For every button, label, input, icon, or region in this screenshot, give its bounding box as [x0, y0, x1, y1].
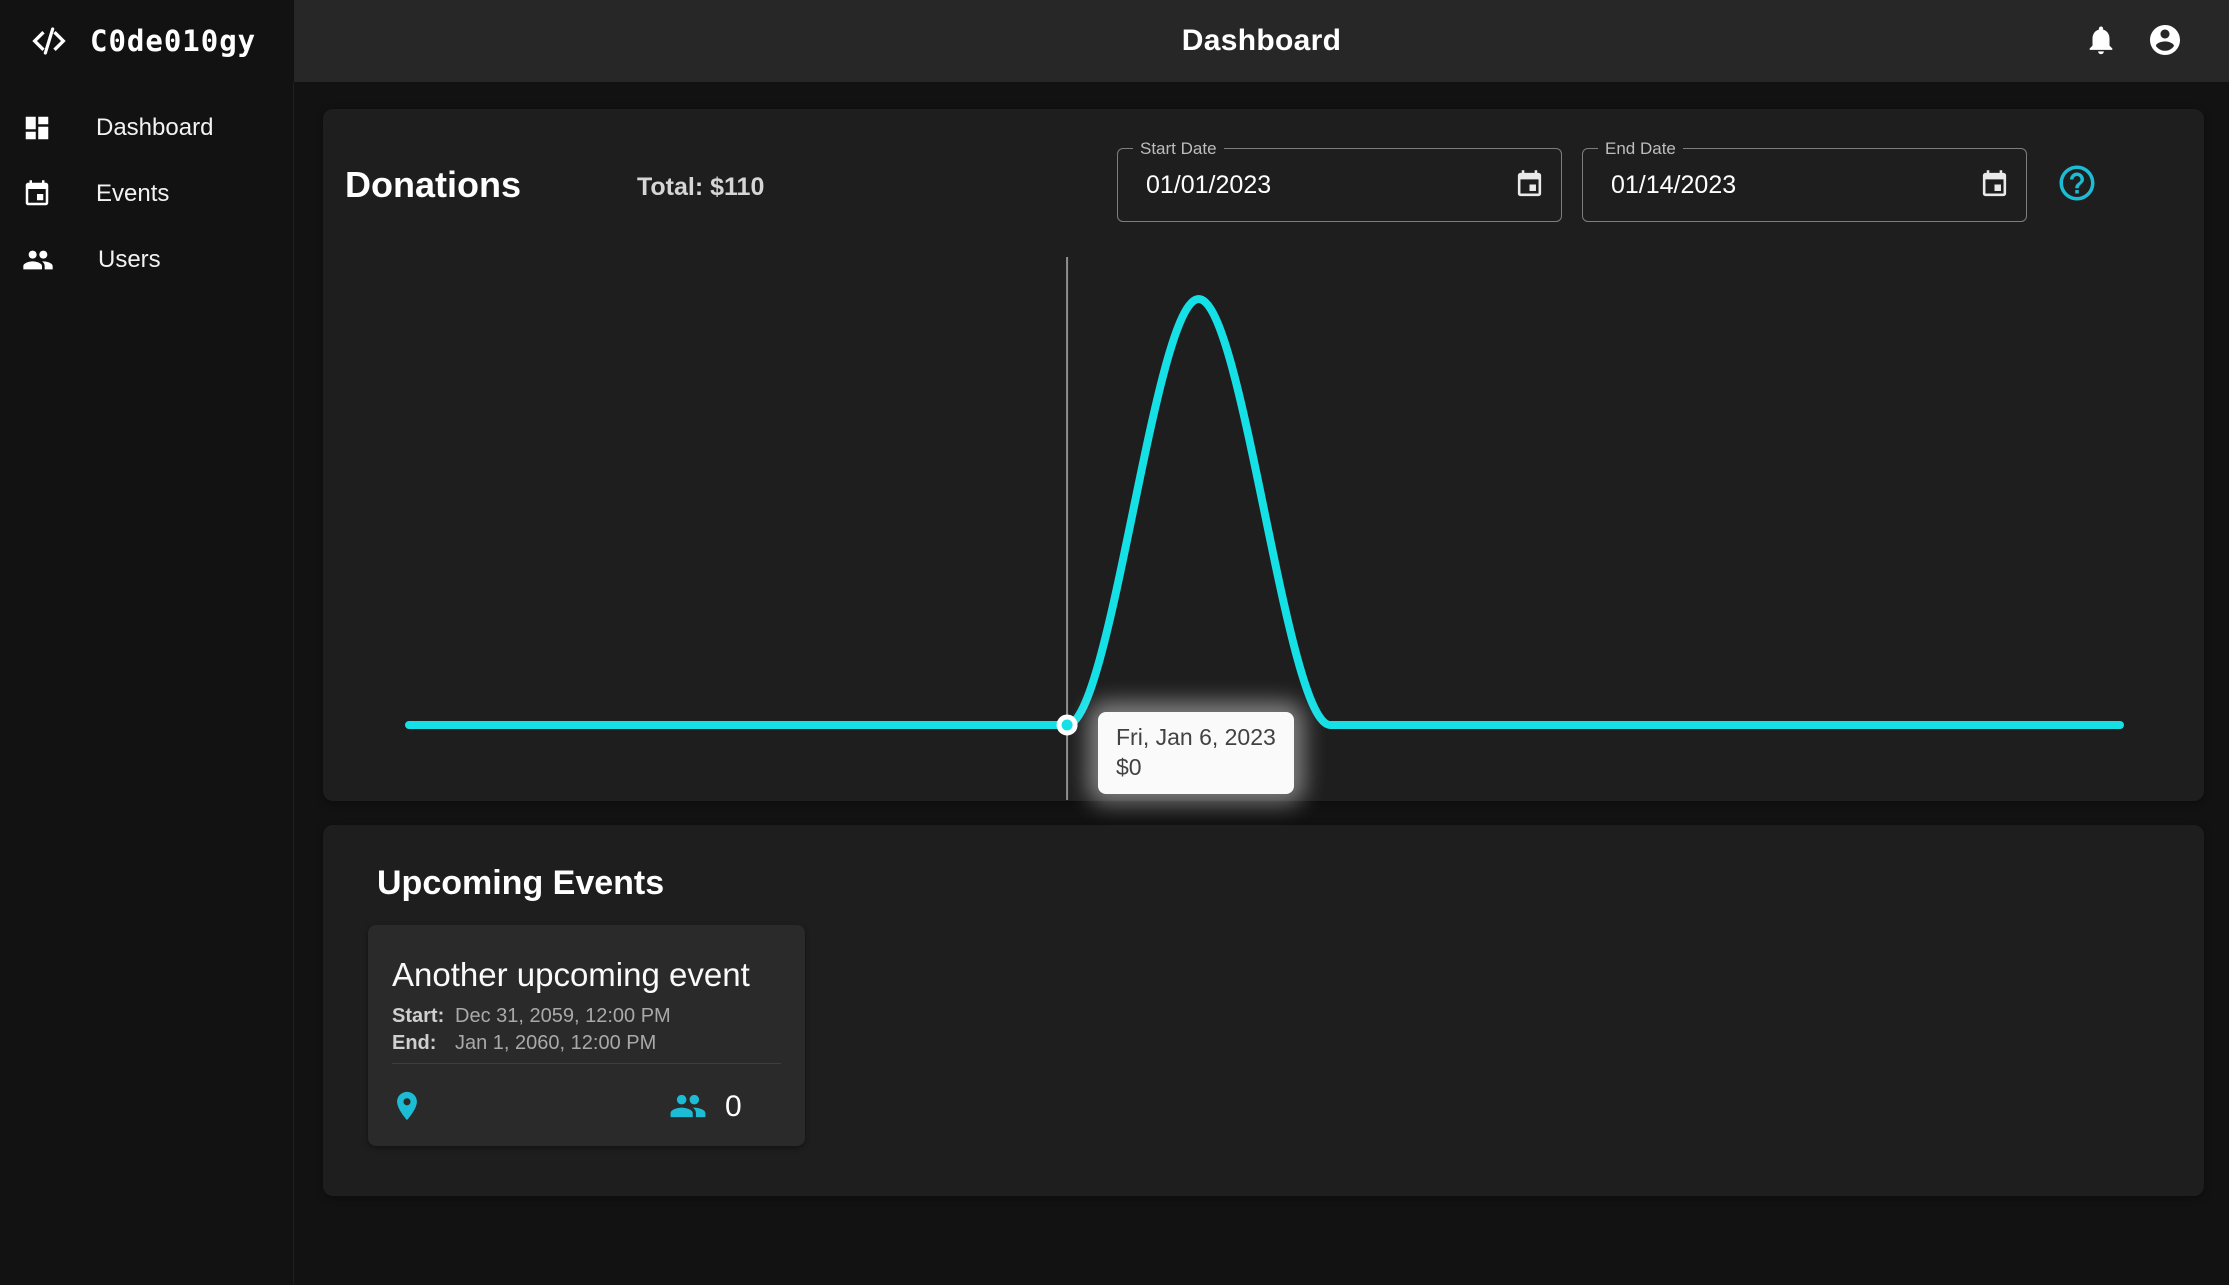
donations-card: Donations Total: $110 Start Date End Dat…: [323, 109, 2204, 801]
event-start-label: Start:: [392, 1005, 455, 1028]
chart-highlight-marker: [1059, 717, 1075, 733]
dashboard-icon: [22, 113, 52, 143]
sidebar-item-users[interactable]: Users: [0, 227, 293, 293]
donations-line-chart[interactable]: [323, 109, 2204, 801]
attendee-count: 0: [725, 1089, 742, 1125]
sidebar: Dashboard Events Users: [0, 82, 294, 1285]
account-button[interactable]: [2147, 22, 2183, 58]
chart-tooltip: Fri, Jan 6, 2023 $0: [1098, 712, 1294, 794]
event-end-value: Jan 1, 2060, 12:00 PM: [455, 1032, 656, 1055]
sidebar-item-label: Events: [96, 180, 169, 208]
users-icon: [22, 244, 54, 276]
upcoming-events-title: Upcoming Events: [377, 861, 664, 905]
event-times: Start: Dec 31, 2059, 12:00 PM End: Jan 1…: [392, 1003, 671, 1057]
event-end-row: End: Jan 1, 2060, 12:00 PM: [392, 1030, 671, 1057]
chart-line: [409, 299, 2120, 725]
event-attendees: [669, 1087, 707, 1125]
event-start-row: Start: Dec 31, 2059, 12:00 PM: [392, 1003, 671, 1030]
sidebar-item-label: Users: [98, 246, 161, 274]
notifications-button[interactable]: [2084, 23, 2118, 57]
event-title: Another upcoming event: [392, 955, 750, 995]
event-end-label: End:: [392, 1032, 455, 1055]
code-logo-icon: [26, 21, 72, 61]
event-start-value: Dec 31, 2059, 12:00 PM: [455, 1005, 671, 1028]
event-card[interactable]: Another upcoming event Start: Dec 31, 20…: [368, 925, 805, 1146]
people-icon: [669, 1087, 707, 1125]
page-title: Dashboard: [1182, 24, 1341, 58]
sidebar-item-events[interactable]: Events: [0, 161, 293, 227]
calendar-icon: [22, 179, 52, 209]
sidebar-item-dashboard[interactable]: Dashboard: [0, 95, 293, 161]
event-location: [390, 1089, 424, 1123]
app-logo-text: C0de010gy: [90, 24, 256, 58]
tooltip-date: Fri, Jan 6, 2023: [1116, 722, 1276, 752]
top-bar: Dashboard: [294, 0, 2229, 82]
account-circle-icon: [2147, 22, 2183, 58]
bell-icon: [2084, 23, 2118, 57]
upcoming-events-card: Upcoming Events Another upcoming event S…: [323, 825, 2204, 1196]
location-pin-icon: [390, 1089, 424, 1123]
divider: [392, 1063, 781, 1064]
app-logo: C0de010gy: [0, 0, 294, 82]
tooltip-value: $0: [1116, 752, 1276, 782]
sidebar-item-label: Dashboard: [96, 114, 213, 142]
